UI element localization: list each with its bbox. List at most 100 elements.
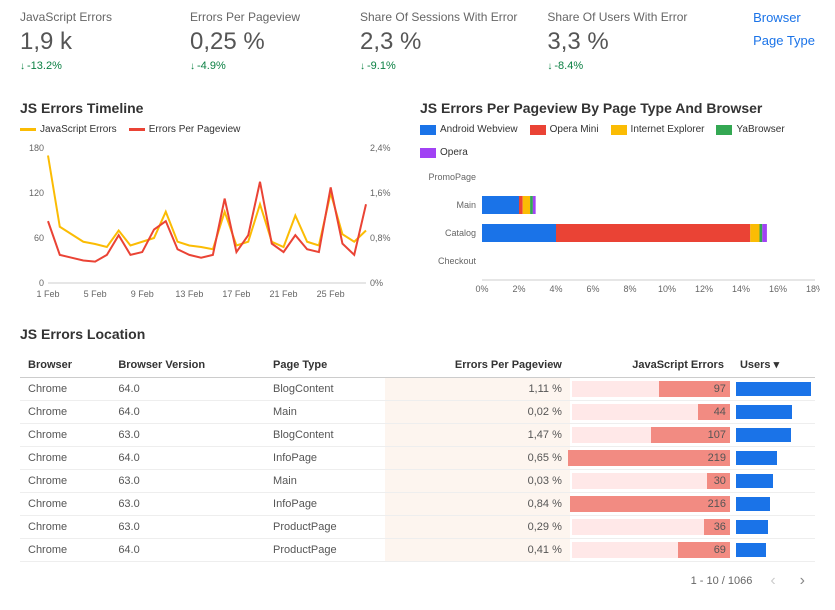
cell-version: 64.0 (110, 378, 265, 401)
down-arrow-icon: ↓ (547, 61, 552, 72)
cell-jse: 69 (570, 539, 732, 562)
cell-jse: 97 (570, 378, 732, 401)
errors-location-table: Browser Browser Version Page Type Errors… (20, 352, 815, 562)
svg-text:8%: 8% (623, 284, 636, 294)
cell-jse: 30 (570, 470, 732, 493)
svg-text:18%: 18% (806, 284, 820, 294)
cell-page-type: InfoPage (265, 493, 385, 516)
svg-text:Main: Main (456, 200, 476, 210)
cell-epp: 1,11 % (385, 378, 570, 401)
table-row[interactable]: Chrome64.0BlogContent1,11 %97 (20, 378, 815, 401)
legend-item: JavaScript Errors (20, 124, 117, 135)
legend-swatch-icon (716, 125, 732, 135)
chart-title: JS Errors Timeline (20, 100, 400, 116)
legend-item: Errors Per Pageview (129, 124, 241, 135)
svg-text:4%: 4% (549, 284, 562, 294)
kpi-errors-per-pageview: Errors Per Pageview 0,25 % ↓-4.9% (190, 10, 330, 72)
th-version[interactable]: Browser Version (110, 352, 265, 378)
cell-version: 63.0 (110, 493, 265, 516)
cell-browser: Chrome (20, 516, 110, 539)
cell-page-type: InfoPage (265, 447, 385, 470)
cell-browser: Chrome (20, 378, 110, 401)
charts-row: JS Errors Timeline JavaScript Errors Err… (20, 100, 815, 311)
svg-text:16%: 16% (769, 284, 787, 294)
cell-epp: 0,29 % (385, 516, 570, 539)
nav-page-type[interactable]: Page Type (753, 33, 815, 48)
svg-text:21 Feb: 21 Feb (270, 289, 298, 299)
svg-text:2%: 2% (512, 284, 525, 294)
legend-swatch-icon (530, 125, 546, 135)
svg-text:120: 120 (29, 188, 44, 198)
cell-version: 64.0 (110, 401, 265, 424)
cell-browser: Chrome (20, 447, 110, 470)
nav-browser[interactable]: Browser (753, 10, 815, 25)
svg-text:Catalog: Catalog (445, 228, 476, 238)
svg-text:9 Feb: 9 Feb (131, 289, 154, 299)
cell-version: 63.0 (110, 424, 265, 447)
svg-text:14%: 14% (732, 284, 750, 294)
cell-jse: 36 (570, 516, 732, 539)
svg-text:60: 60 (34, 233, 44, 243)
pager: 1 - 10 / 1066 ‹ › (20, 562, 815, 600)
cell-users (732, 378, 815, 401)
cell-page-type: ProductPage (265, 539, 385, 562)
kpi-label: Share Of Users With Error (547, 10, 687, 24)
cell-version: 63.0 (110, 516, 265, 539)
cell-epp: 0,84 % (385, 493, 570, 516)
down-arrow-icon: ↓ (190, 61, 195, 72)
cell-users (732, 401, 815, 424)
cell-version: 64.0 (110, 539, 265, 562)
cell-epp: 0,65 % (385, 447, 570, 470)
cell-users (732, 424, 815, 447)
th-page-type[interactable]: Page Type (265, 352, 385, 378)
kpi-value: 1,9 k (20, 28, 160, 56)
cell-page-type: BlogContent (265, 424, 385, 447)
cell-jse: 216 (570, 493, 732, 516)
th-jse[interactable]: JavaScript Errors (570, 352, 732, 378)
legend-swatch-icon (129, 128, 145, 131)
cell-version: 63.0 (110, 470, 265, 493)
down-arrow-icon: ↓ (20, 61, 25, 72)
table-row[interactable]: Chrome64.0Main0,02 %44 (20, 401, 815, 424)
table-row[interactable]: Chrome64.0ProductPage0,41 %69 (20, 539, 815, 562)
legend-swatch-icon (611, 125, 627, 135)
th-browser[interactable]: Browser (20, 352, 110, 378)
svg-text:12%: 12% (695, 284, 713, 294)
pager-next-button[interactable]: › (794, 570, 811, 592)
table-row[interactable]: Chrome63.0Main0,03 %30 (20, 470, 815, 493)
cell-users (732, 516, 815, 539)
pagetype-legend: Android Webview Opera Mini Internet Expl… (420, 124, 820, 158)
table-row[interactable]: Chrome63.0InfoPage0,84 %216 (20, 493, 815, 516)
cell-users (732, 447, 815, 470)
cell-browser: Chrome (20, 493, 110, 516)
svg-text:17 Feb: 17 Feb (222, 289, 250, 299)
cell-users (732, 493, 815, 516)
kpi-delta: ↓-4.9% (190, 60, 330, 72)
svg-text:Checkout: Checkout (438, 256, 477, 266)
timeline-chart: 0601201800%0,8%1,6%2,4%1 Feb5 Feb9 Feb13… (20, 143, 400, 303)
pager-prev-button[interactable]: ‹ (764, 570, 781, 592)
cell-jse: 107 (570, 424, 732, 447)
svg-text:0: 0 (39, 278, 44, 288)
cell-epp: 1,47 % (385, 424, 570, 447)
kpi-label: Share Of Sessions With Error (360, 10, 517, 24)
th-epp[interactable]: Errors Per Pageview (385, 352, 570, 378)
kpi-users-with-error: Share Of Users With Error 3,3 % ↓-8.4% (547, 10, 687, 72)
svg-text:PromoPage: PromoPage (428, 172, 476, 182)
th-users[interactable]: Users ▾ (732, 352, 815, 378)
cell-browser: Chrome (20, 539, 110, 562)
cell-epp: 0,03 % (385, 470, 570, 493)
kpi-sessions-with-error: Share Of Sessions With Error 2,3 % ↓-9.1… (360, 10, 517, 72)
legend-swatch-icon (420, 125, 436, 135)
table-row[interactable]: Chrome64.0InfoPage0,65 %219 (20, 447, 815, 470)
kpi-js-errors: JavaScript Errors 1,9 k ↓-13.2% (20, 10, 160, 72)
pager-range: 1 - 10 / 1066 (691, 575, 753, 587)
legend-swatch-icon (420, 148, 436, 158)
table-row[interactable]: Chrome63.0ProductPage0,29 %36 (20, 516, 815, 539)
kpi-label: Errors Per Pageview (190, 10, 330, 24)
legend-swatch-icon (20, 128, 36, 131)
pagetype-chart: PromoPageMainCatalogCheckout0%2%4%6%8%10… (420, 166, 820, 311)
table-row[interactable]: Chrome63.0BlogContent1,47 %107 (20, 424, 815, 447)
legend-item: Opera (420, 147, 468, 158)
cell-page-type: Main (265, 470, 385, 493)
